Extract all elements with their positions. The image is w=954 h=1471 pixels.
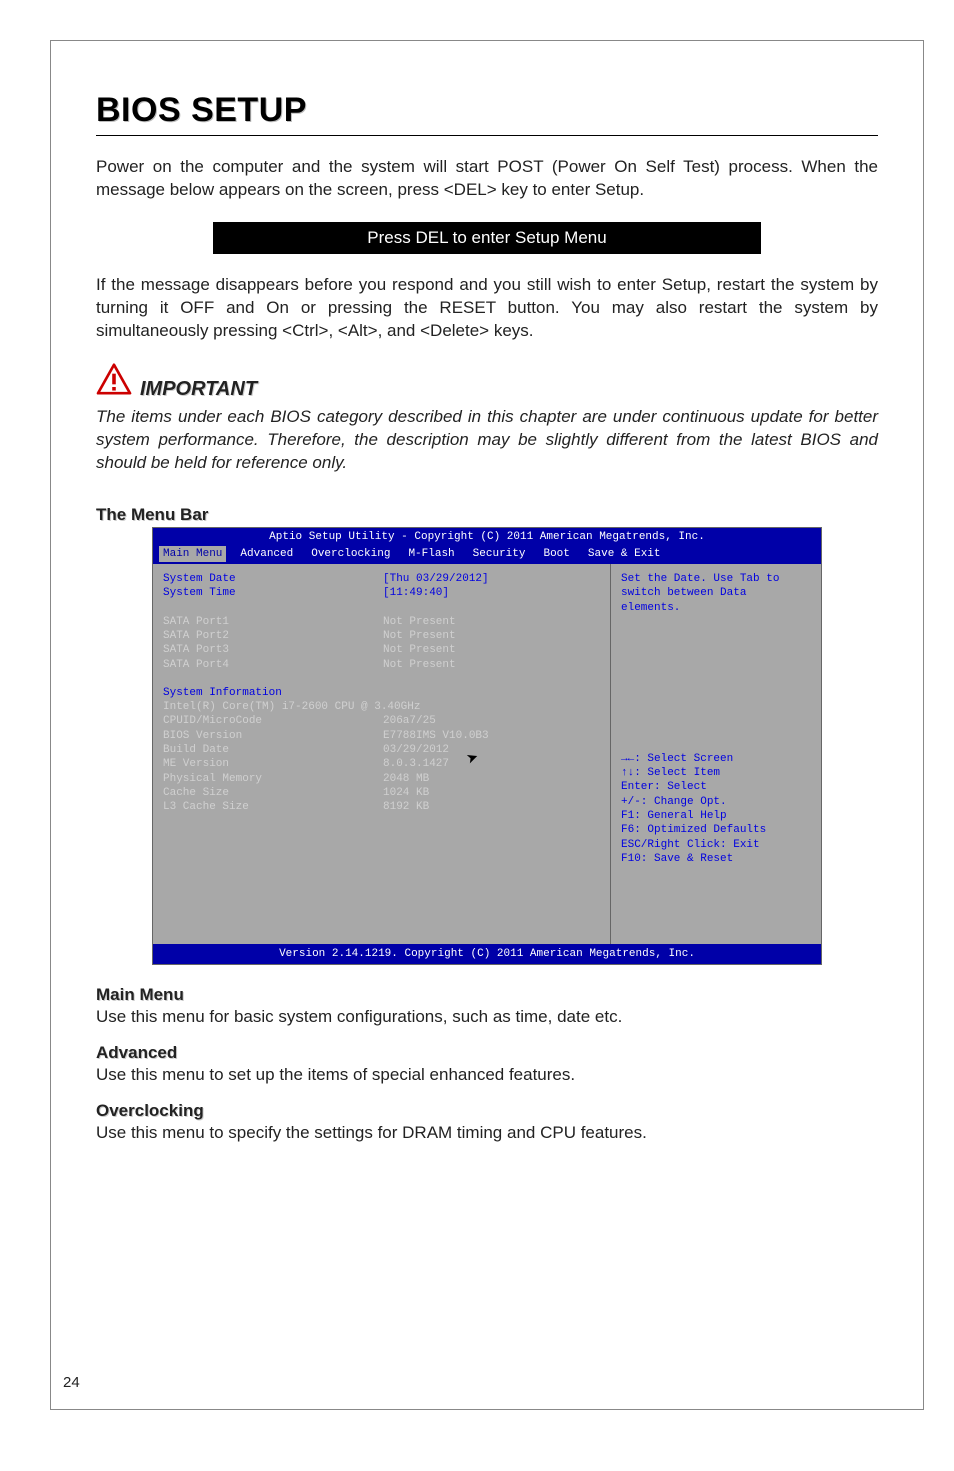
bios-row-physmem: Physical Memory 2048 MB [163,772,600,786]
menu-bar-heading: The Menu Bar [96,505,878,525]
document-page: BIOS SETUP Power on the computer and the… [50,40,924,1410]
bios-row-l3cache: L3 Cache Size 8192 KB [163,800,600,814]
bios-tab-bar: Main Menu Advanced Overclocking M-Flash … [153,546,821,564]
bios-tab-main[interactable]: Main Menu [159,546,226,562]
help-key-line: F6: Optimized Defaults [621,823,811,837]
bios-footer: Version 2.14.1219. Copyright (C) 2011 Am… [153,944,821,964]
intro-paragraph-2: If the message disappears before you res… [96,274,878,343]
warning-icon [96,363,132,395]
section-body-mainmenu: Use this menu for basic system configura… [96,1007,878,1027]
bios-body: System Date [Thu 03/29/2012] System Time… [153,564,821,944]
bios-screenshot: Aptio Setup Utility - Copyright (C) 2011… [152,527,822,966]
help-key-line: F1: General Help [621,809,811,823]
bios-row-biosver: BIOS Version E7788IMS V10.0B3 [163,729,600,743]
help-key-line: ESC/Right Click: Exit [621,838,811,852]
bios-tab-saveexit[interactable]: Save & Exit [584,546,665,562]
bios-tab-boot[interactable]: Boot [539,546,573,562]
bios-row-cache: Cache Size 1024 KB [163,786,600,800]
bios-row-cpuid: CPUID/MicroCode 206a7/25 [163,714,600,728]
bios-row-builddate: Build Date 03/29/2012 [163,743,600,757]
bios-left-pane: System Date [Thu 03/29/2012] System Time… [153,564,611,944]
section-heading-mainmenu: Main Menu [96,985,878,1005]
bios-sysinfo-heading: System Information [163,686,600,700]
section-heading-advanced: Advanced [96,1043,878,1063]
important-text: The items under each BIOS category descr… [96,406,878,475]
bios-row-sata4: SATA Port4 Not Present [163,658,600,672]
section-heading-overclocking: Overclocking [96,1101,878,1121]
help-key-line: ↑↓: Select Item [621,766,811,780]
page-number: 24 [63,1374,80,1391]
bios-header-line: Aptio Setup Utility - Copyright (C) 2011… [153,528,821,546]
bios-tab-overclocking[interactable]: Overclocking [307,546,394,562]
section-body-advanced: Use this menu to set up the items of spe… [96,1065,878,1085]
bios-tab-security[interactable]: Security [469,546,530,562]
bios-row-mever: ME Version 8.0.3.1427 [163,757,600,771]
bios-tab-mflash[interactable]: M-Flash [404,546,458,562]
bios-row-sata2: SATA Port2 Not Present [163,629,600,643]
page-title: BIOS SETUP [96,91,878,130]
del-message-bar: Press DEL to enter Setup Menu [213,222,760,254]
title-rule [96,135,878,136]
help-key-line: F10: Save & Reset [621,852,811,866]
bios-row-system-time[interactable]: System Time [11:49:40] [163,586,600,600]
bios-help-text: Set the Date. Use Tab to switch between … [621,572,811,615]
important-label: IMPORTANT [140,378,257,401]
help-key-line: +/-: Change Opt. [621,795,811,809]
bios-row-sata3: SATA Port3 Not Present [163,643,600,657]
bios-right-pane: Set the Date. Use Tab to switch between … [611,564,821,944]
bios-tab-advanced[interactable]: Advanced [236,546,297,562]
bios-cpu-line: Intel(R) Core(TM) i7-2600 CPU @ 3.40GHz [163,700,600,714]
bios-row-system-date[interactable]: System Date [Thu 03/29/2012] [163,572,600,586]
bios-help-keys: →←: Select Screen ↑↓: Select Item Enter:… [621,752,811,936]
help-key-line: Enter: Select [621,780,811,794]
important-row: IMPORTANT [96,363,878,401]
section-body-overclocking: Use this menu to specify the settings fo… [96,1123,878,1143]
bios-row-sata1: SATA Port1 Not Present [163,615,600,629]
intro-paragraph-1: Power on the computer and the system wil… [96,156,878,202]
help-key-line: →←: Select Screen [621,752,811,766]
